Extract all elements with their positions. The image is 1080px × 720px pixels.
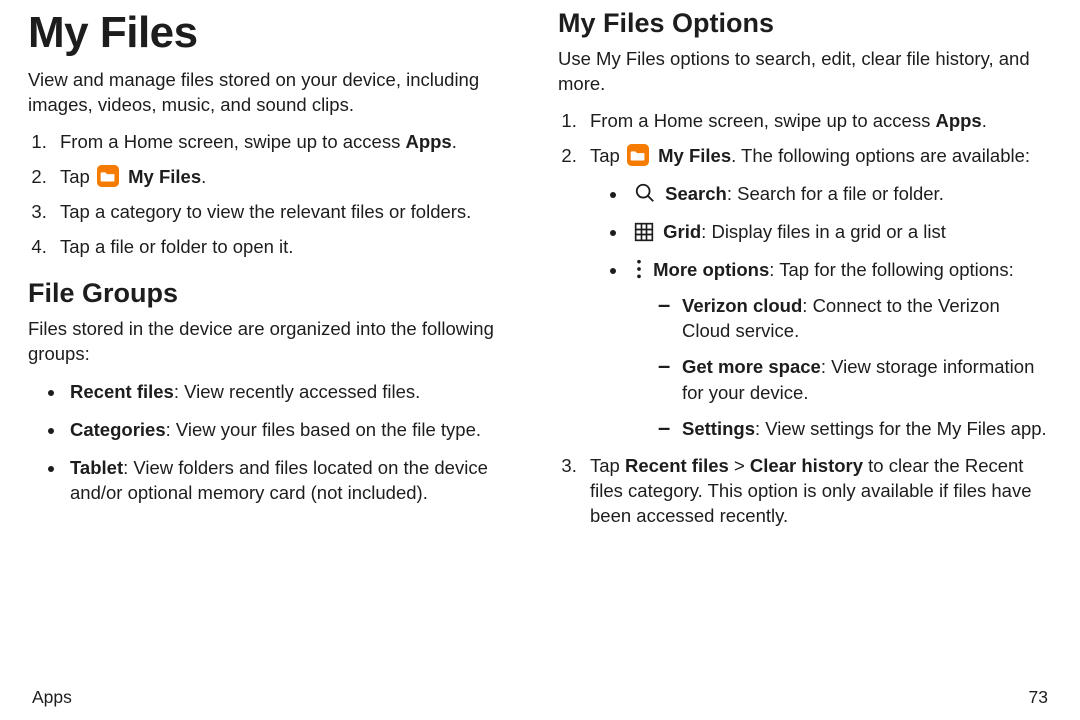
list-item-text: View folders and files located on the de… bbox=[70, 457, 488, 504]
list-item: Get more space: View storage information… bbox=[664, 354, 1052, 406]
list-item-bold: Recent files bbox=[70, 381, 174, 402]
options-intro: Use My Files options to search, edit, cl… bbox=[558, 47, 1052, 97]
groups-intro: Files stored in the device are organized… bbox=[28, 317, 522, 367]
list-item-text: Tap for the following options: bbox=[779, 259, 1013, 280]
list-item-sep: : bbox=[727, 183, 737, 204]
step-bold: Clear history bbox=[750, 455, 863, 476]
step-text: > bbox=[729, 455, 750, 476]
list-item: Settings: View settings for the My Files… bbox=[664, 416, 1052, 442]
list-item-sep: : bbox=[755, 418, 765, 439]
list-item: Grid: Display files in a grid or a list bbox=[628, 219, 1052, 245]
list-item-text: View recently accessed files. bbox=[184, 381, 420, 402]
step-text: From a Home screen, swipe up to access bbox=[590, 110, 935, 131]
step-text: Tap bbox=[590, 145, 625, 166]
list-item: Verizon cloud: Connect to the Verizon Cl… bbox=[664, 293, 1052, 345]
step-item: Tap Recent files > Clear history to clea… bbox=[582, 454, 1052, 529]
step-text: . bbox=[982, 110, 987, 131]
list-item-bold: Grid bbox=[663, 221, 701, 242]
options-sub-list: Search: Search for a file or folder. Gri… bbox=[590, 181, 1052, 442]
list-item-sep: : bbox=[174, 381, 184, 402]
list-item-bold: Verizon cloud bbox=[682, 295, 802, 316]
page: My Files View and manage files stored on… bbox=[0, 0, 1080, 720]
step-text: . bbox=[201, 166, 206, 187]
steps-list-left: From a Home screen, swipe up to access A… bbox=[28, 130, 522, 260]
list-item-text: Display files in a grid or a list bbox=[711, 221, 945, 242]
more-options-sub-list: Verizon cloud: Connect to the Verizon Cl… bbox=[632, 293, 1052, 442]
list-item-bold: Search bbox=[665, 183, 727, 204]
list-item-text: View your files based on the file type. bbox=[176, 419, 481, 440]
step-bold: Recent files bbox=[625, 455, 729, 476]
step-item: Tap a category to view the relevant file… bbox=[52, 200, 522, 225]
step-item: Tap My Files. The following options are … bbox=[582, 144, 1052, 442]
list-item-text: View settings for the My Files app. bbox=[765, 418, 1046, 439]
list-item-sep: : bbox=[769, 259, 779, 280]
footer-section-label: Apps bbox=[32, 687, 72, 708]
my-files-folder-icon bbox=[627, 144, 649, 166]
right-column: My Files Options Use My Files options to… bbox=[558, 8, 1052, 679]
footer-page-number: 73 bbox=[1029, 687, 1048, 708]
list-item: Tablet: View folders and files located o… bbox=[66, 455, 522, 507]
list-item-sep: : bbox=[701, 221, 711, 242]
list-item-bold: Categories bbox=[70, 419, 166, 440]
list-item: Recent files: View recently accessed fil… bbox=[66, 379, 522, 405]
step-text: Tap bbox=[60, 166, 95, 187]
step-bold: Apps bbox=[935, 110, 981, 131]
list-item-bold: Get more space bbox=[682, 356, 821, 377]
left-column: My Files View and manage files stored on… bbox=[28, 8, 522, 679]
step-text: Tap bbox=[590, 455, 625, 476]
steps-list-right: From a Home screen, swipe up to access A… bbox=[558, 109, 1052, 529]
step-item: Tap a file or folder to open it. bbox=[52, 235, 522, 260]
list-item-text: Search for a file or folder. bbox=[737, 183, 944, 204]
my-files-folder-icon bbox=[97, 165, 119, 187]
list-item: Search: Search for a file or folder. bbox=[628, 181, 1052, 207]
list-item-sep: : bbox=[821, 356, 831, 377]
list-item-sep: : bbox=[123, 457, 133, 478]
list-item: More options: Tap for the following opti… bbox=[628, 257, 1052, 442]
page-footer: Apps 73 bbox=[28, 679, 1052, 720]
intro-paragraph: View and manage files stored on your dev… bbox=[28, 68, 522, 118]
list-item-bold: Settings bbox=[682, 418, 755, 439]
more-options-icon bbox=[634, 258, 644, 280]
step-text: From a Home screen, swipe up to access bbox=[60, 131, 405, 152]
step-bold: My Files bbox=[658, 145, 731, 166]
list-item-sep: : bbox=[166, 419, 176, 440]
step-bold: Apps bbox=[405, 131, 451, 152]
list-item-bold: Tablet bbox=[70, 457, 123, 478]
grid-icon bbox=[634, 222, 654, 242]
section-heading-options: My Files Options bbox=[558, 8, 1052, 39]
step-bold: My Files bbox=[128, 166, 201, 187]
two-column-layout: My Files View and manage files stored on… bbox=[28, 8, 1052, 679]
list-item-sep: : bbox=[802, 295, 812, 316]
search-icon bbox=[634, 182, 656, 204]
page-title: My Files bbox=[28, 8, 522, 58]
step-item: From a Home screen, swipe up to access A… bbox=[52, 130, 522, 155]
step-text: . bbox=[452, 131, 457, 152]
list-item: Categories: View your files based on the… bbox=[66, 417, 522, 443]
file-groups-list: Recent files: View recently accessed fil… bbox=[28, 379, 522, 507]
step-text: . The following options are available: bbox=[731, 145, 1030, 166]
list-item-bold: More options bbox=[653, 259, 769, 280]
step-item: Tap My Files. bbox=[52, 165, 522, 190]
section-heading-file-groups: File Groups bbox=[28, 278, 522, 309]
step-item: From a Home screen, swipe up to access A… bbox=[582, 109, 1052, 134]
